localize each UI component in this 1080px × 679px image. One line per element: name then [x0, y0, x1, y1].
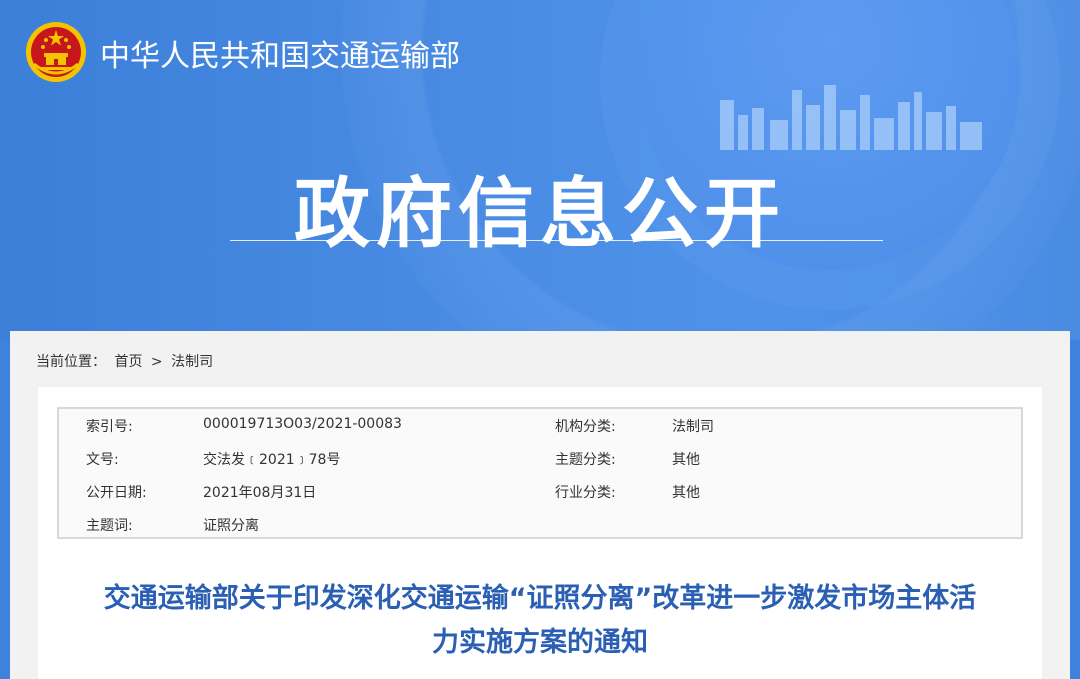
- organization-value: 法制司: [672, 419, 714, 435]
- topic-category-label: 主题分类:: [555, 452, 616, 468]
- document-number-label: 文号:: [86, 452, 119, 468]
- keywords-label: 主题词:: [86, 518, 133, 534]
- publish-date-label: 公开日期:: [86, 485, 147, 501]
- title-divider: [230, 240, 883, 241]
- breadcrumb-label: 当前位置：: [36, 354, 106, 370]
- breadcrumb-home-link[interactable]: 首页: [114, 354, 142, 370]
- document-title-line: 交通运输部关于印发深化交通运输“证照分离”改革进一步激发市场主体活: [103, 583, 977, 614]
- breadcrumb-current-link[interactable]: 法制司: [171, 354, 213, 370]
- topic-category-value: 其他: [672, 452, 700, 468]
- document-number-value: 交法发﹝2021﹞78号: [203, 452, 341, 468]
- industry-category-value: 其他: [672, 485, 700, 501]
- metadata-table: 索引号: 000019713O03/2021-00083 机构分类: 法制司 文…: [57, 407, 1023, 539]
- document-title-line: 力实施方案的通知: [432, 627, 648, 658]
- metadata-row: 公开日期: 2021年08月31日 行业分类: 其他: [59, 482, 1021, 514]
- publish-date-value: 2021年08月31日: [203, 485, 317, 501]
- breadcrumb: 当前位置： 首页 > 法制司: [36, 351, 217, 371]
- document-panel: 索引号: 000019713O03/2021-00083 机构分类: 法制司 文…: [38, 387, 1042, 679]
- organization-label: 机构分类:: [555, 419, 616, 435]
- main-content: 当前位置： 首页 > 法制司 索引号: 000019713O03/2021-00…: [10, 331, 1070, 679]
- site-name[interactable]: 中华人民共和国交通运输部: [100, 31, 460, 75]
- document-title: 交通运输部关于印发深化交通运输“证照分离”改革进一步激发市场主体活 力实施方案的…: [38, 577, 1042, 665]
- index-number-label: 索引号:: [86, 419, 133, 435]
- breadcrumb-separator: >: [150, 354, 163, 370]
- keywords-value: 证照分离: [203, 518, 259, 534]
- index-number-value: 000019713O03/2021-00083: [203, 416, 402, 432]
- city-skyline-icon: [720, 85, 982, 150]
- national-emblem-icon: [26, 22, 86, 82]
- metadata-row: 文号: 交法发﹝2021﹞78号 主题分类: 其他: [59, 449, 1021, 481]
- header-banner: 中华人民共和国交通运输部 政府信息公开: [0, 0, 1080, 340]
- industry-category-label: 行业分类:: [555, 485, 616, 501]
- metadata-row: 主题词: 证照分离: [59, 515, 1021, 547]
- metadata-row: 索引号: 000019713O03/2021-00083 机构分类: 法制司: [59, 416, 1021, 448]
- section-title: 政府信息公开: [294, 169, 786, 258]
